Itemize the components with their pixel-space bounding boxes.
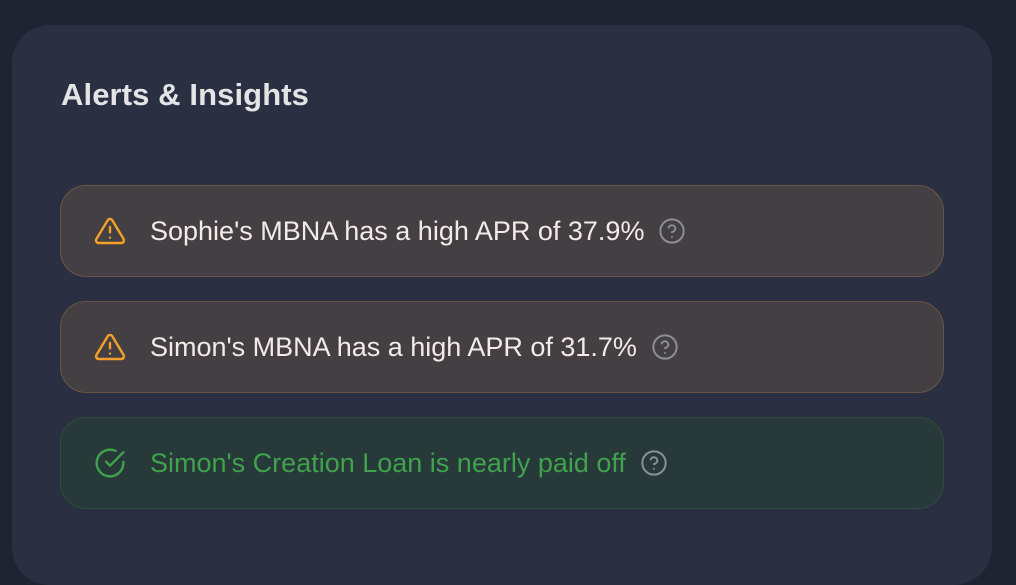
alert-item-sophie-mbna-apr[interactable]: Sophie's MBNA has a high APR of 37.9% — [60, 185, 944, 277]
alert-text: Simon's Creation Loan is nearly paid off — [150, 447, 626, 478]
check-circle-icon — [94, 447, 126, 479]
help-circle-icon[interactable] — [658, 217, 686, 245]
alert-item-simon-mbna-apr[interactable]: Simon's MBNA has a high APR of 31.7% — [60, 301, 944, 393]
warning-triangle-icon — [94, 215, 126, 247]
help-circle-icon[interactable] — [640, 449, 668, 477]
alert-item-creation-loan-paid-off[interactable]: Simon's Creation Loan is nearly paid off — [60, 417, 944, 509]
alert-text: Simon's MBNA has a high APR of 31.7% — [150, 331, 637, 362]
alerts-insights-card: Alerts & Insights Sophie's MBNA has a hi… — [12, 25, 992, 585]
alert-text: Sophie's MBNA has a high APR of 37.9% — [150, 215, 645, 246]
card-title: Alerts & Insights — [61, 77, 310, 112]
help-circle-icon[interactable] — [651, 333, 679, 361]
warning-triangle-icon — [94, 331, 126, 363]
